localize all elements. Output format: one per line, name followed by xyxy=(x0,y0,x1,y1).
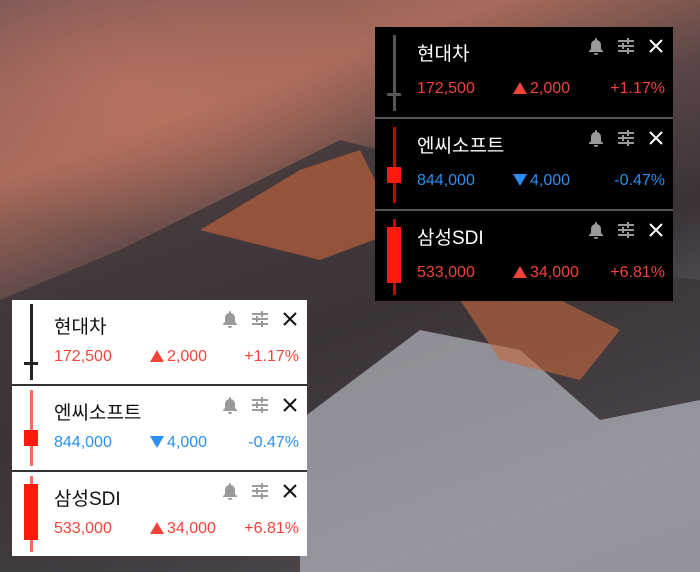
sliders-icon[interactable] xyxy=(617,129,635,147)
price-change: 34,000 xyxy=(150,520,216,538)
candlestick-icon xyxy=(24,476,38,552)
change-percent: -0.47% xyxy=(248,434,299,451)
candle-body xyxy=(387,227,401,283)
change-percent: +6.81% xyxy=(610,264,665,281)
price-change: 34,000 xyxy=(513,264,579,282)
change-value: 34,000 xyxy=(530,264,579,281)
price-change: 4,000 xyxy=(513,172,570,190)
stock-price: 533,000 xyxy=(54,520,112,537)
triangle-down-icon xyxy=(150,436,164,448)
candle-body xyxy=(24,362,38,365)
sliders-icon[interactable] xyxy=(617,37,635,55)
stock-widget-light: 현대차 172,500 2,000 +1.17% 엔씨소프트 844,000 4… xyxy=(12,300,307,556)
change-value: 2,000 xyxy=(167,348,208,365)
sliders-icon[interactable] xyxy=(617,221,635,239)
candle-wick xyxy=(30,390,33,466)
stock-price: 844,000 xyxy=(54,434,112,451)
bell-icon[interactable] xyxy=(587,221,605,239)
close-icon[interactable] xyxy=(281,310,299,328)
stock-row[interactable]: 삼성SDI 533,000 34,000 +6.81% xyxy=(375,209,673,301)
triangle-up-icon xyxy=(513,266,527,278)
candle-wick xyxy=(393,35,396,111)
candle-wick xyxy=(30,304,33,380)
sliders-icon[interactable] xyxy=(251,310,269,328)
stock-price: 844,000 xyxy=(417,172,475,189)
candlestick-icon xyxy=(387,35,401,111)
stock-price: 533,000 xyxy=(417,264,475,281)
close-icon[interactable] xyxy=(281,396,299,414)
bell-icon[interactable] xyxy=(587,37,605,55)
stock-row[interactable]: 현대차 172,500 2,000 +1.17% xyxy=(375,27,673,117)
change-percent: +6.81% xyxy=(244,520,299,537)
close-icon[interactable] xyxy=(281,482,299,500)
candle-body xyxy=(24,484,38,540)
bell-icon[interactable] xyxy=(587,129,605,147)
candlestick-icon xyxy=(387,127,401,203)
candle-body xyxy=(387,167,401,183)
close-icon[interactable] xyxy=(647,129,665,147)
stock-price: 172,500 xyxy=(54,348,112,365)
candlestick-icon xyxy=(24,304,38,380)
bell-icon[interactable] xyxy=(221,396,239,414)
candle-body xyxy=(24,430,38,446)
stock-name: 삼성SDI xyxy=(417,228,484,249)
triangle-up-icon xyxy=(150,350,164,362)
stock-name: 엔씨소프트 xyxy=(417,136,505,157)
candlestick-icon xyxy=(387,219,401,295)
triangle-up-icon xyxy=(513,82,527,94)
stock-name: 현대차 xyxy=(417,44,470,65)
candle-body xyxy=(387,93,401,96)
sliders-icon[interactable] xyxy=(251,396,269,414)
stock-name: 현대차 xyxy=(54,317,107,338)
candlestick-icon xyxy=(24,390,38,466)
change-value: 2,000 xyxy=(530,80,571,97)
price-change: 2,000 xyxy=(150,348,207,366)
candle-wick xyxy=(393,127,396,203)
change-value: 4,000 xyxy=(167,434,208,451)
stock-name: 삼성SDI xyxy=(54,489,121,510)
stock-row[interactable]: 엔씨소프트 844,000 4,000 -0.47% xyxy=(12,384,307,470)
stock-row[interactable]: 엔씨소프트 844,000 4,000 -0.47% xyxy=(375,117,673,209)
bell-icon[interactable] xyxy=(221,482,239,500)
stock-row[interactable]: 현대차 172,500 2,000 +1.17% xyxy=(12,300,307,384)
price-change: 2,000 xyxy=(513,80,570,98)
stock-row[interactable]: 삼성SDI 533,000 34,000 +6.81% xyxy=(12,470,307,556)
change-percent: +1.17% xyxy=(244,348,299,365)
change-value: 34,000 xyxy=(167,520,216,537)
triangle-down-icon xyxy=(513,174,527,186)
stock-widget-dark: 현대차 172,500 2,000 +1.17% 엔씨소프트 844,000 4… xyxy=(375,27,673,301)
stock-price: 172,500 xyxy=(417,80,475,97)
bell-icon[interactable] xyxy=(221,310,239,328)
stock-name: 엔씨소프트 xyxy=(54,403,142,424)
close-icon[interactable] xyxy=(647,37,665,55)
change-percent: +1.17% xyxy=(610,80,665,97)
change-value: 4,000 xyxy=(530,172,571,189)
change-percent: -0.47% xyxy=(614,172,665,189)
triangle-up-icon xyxy=(150,522,164,534)
sliders-icon[interactable] xyxy=(251,482,269,500)
price-change: 4,000 xyxy=(150,434,207,452)
close-icon[interactable] xyxy=(647,221,665,239)
